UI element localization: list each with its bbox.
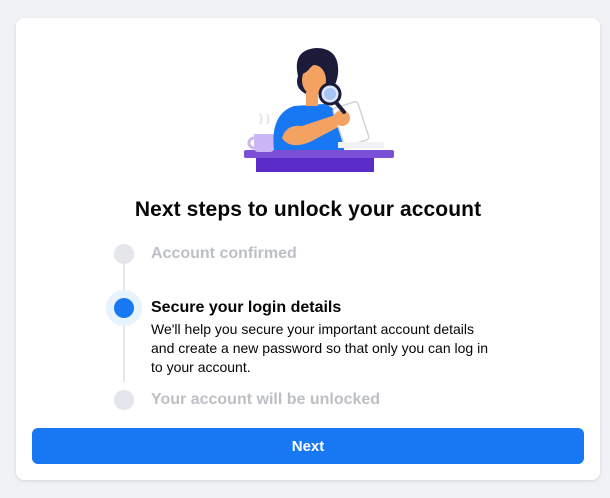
step-2-label: Secure your login details bbox=[151, 299, 342, 316]
page-title: Next steps to unlock your account bbox=[134, 198, 482, 221]
step-1-indicator bbox=[114, 244, 134, 264]
step-3-indicator bbox=[114, 390, 134, 410]
step-2-description: We'll help you secure your important acc… bbox=[151, 321, 488, 375]
step-2-indicator bbox=[114, 298, 134, 318]
progress-steps: Account confirmed Secure your login deta… bbox=[104, 244, 524, 414]
person-with-magnifying-glass-illustration bbox=[244, 48, 394, 172]
next-button[interactable]: Next bbox=[32, 428, 584, 464]
unlock-card: Next steps to unlock your account Accoun… bbox=[16, 18, 600, 480]
step-3-label: Your account will be unlocked bbox=[151, 391, 381, 408]
step-1-label: Account confirmed bbox=[151, 245, 297, 262]
